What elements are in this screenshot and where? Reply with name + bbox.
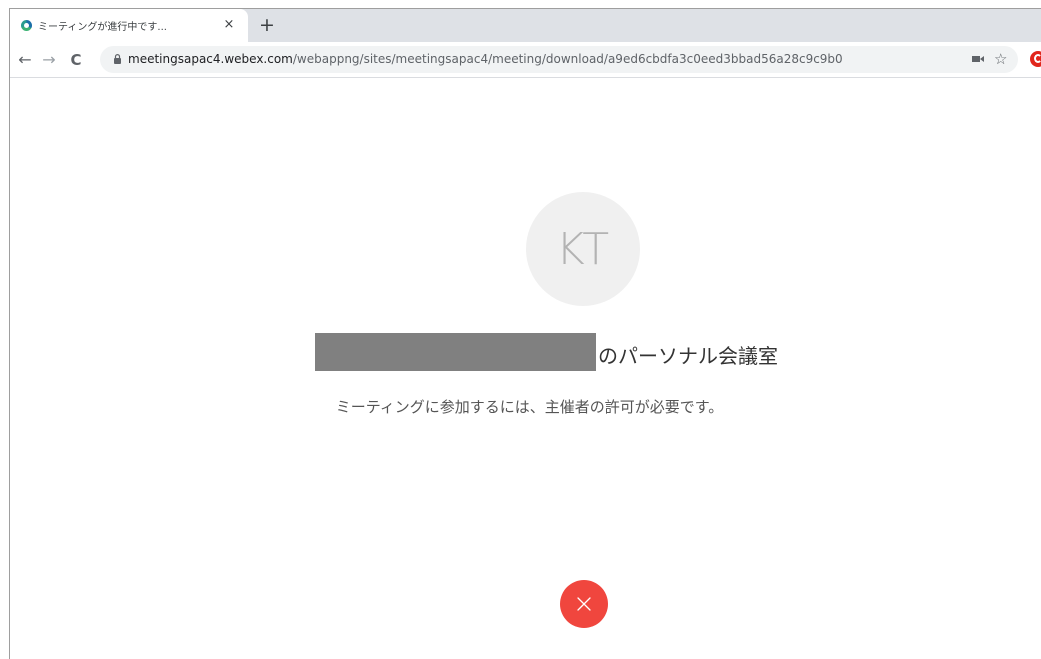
room-title: のパーソナル会議室 <box>598 344 778 368</box>
browser-window: ミーティングが進行中です... × + ← → C meetingsapac4.… <box>9 8 1041 659</box>
camera-icon[interactable] <box>972 54 984 64</box>
redacted-host-name <box>315 333 596 371</box>
browser-toolbar: ← → C meetingsapac4.webex.com/webappng/s… <box>10 42 1041 78</box>
tab-close-icon[interactable]: × <box>220 16 238 34</box>
extension-icon[interactable] <box>1030 51 1041 67</box>
bookmark-star-icon[interactable]: ☆ <box>994 50 1007 68</box>
leave-button[interactable] <box>560 580 608 628</box>
url-path: /webappng/sites/meetingsapac4/meeting/do… <box>292 52 843 66</box>
lock-icon <box>114 54 121 64</box>
new-tab-button[interactable]: + <box>256 14 278 36</box>
tab-title: ミーティングが進行中です... <box>38 22 167 33</box>
address-bar[interactable]: meetingsapac4.webex.com/webappng/sites/m… <box>100 46 1018 73</box>
url-text: meetingsapac4.webex.com/webappng/sites/m… <box>128 52 843 66</box>
tab-meeting[interactable]: ミーティングが進行中です... × <box>10 9 248 42</box>
avatar: KT <box>526 192 640 306</box>
back-button[interactable]: ← <box>14 49 36 71</box>
forward-button[interactable]: → <box>38 49 60 71</box>
url-host: meetingsapac4.webex.com <box>128 52 293 66</box>
tab-strip: ミーティングが進行中です... × + <box>10 9 1041 42</box>
meeting-page: KT のパーソナル会議室 ミーティングに参加するには、主催者の許可が必要です。 <box>10 78 1041 659</box>
avatar-initials: KT <box>555 223 611 275</box>
close-icon <box>577 597 591 611</box>
waiting-message: ミーティングに参加するには、主催者の許可が必要です。 <box>335 398 724 416</box>
webex-favicon-icon <box>21 20 32 31</box>
reload-button[interactable]: C <box>65 49 87 71</box>
